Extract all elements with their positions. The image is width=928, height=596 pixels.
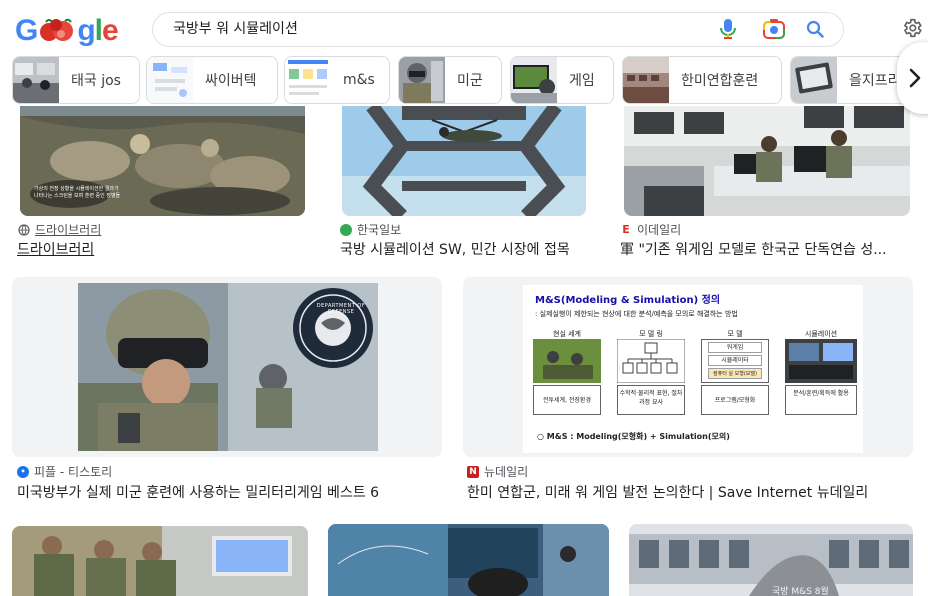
chip-thumbnail [399,57,445,103]
chip-label: 싸이버텍 [205,73,257,89]
result-card-5[interactable]: M&S(Modeling & Simulation) 정의 : 실제실행이 제한… [463,277,913,457]
globe-icon [18,223,30,236]
result-card-8[interactable] [629,524,913,596]
result-thumbnail[interactable] [624,106,910,216]
source-label: 한국일보 [357,223,402,237]
diagram-col-head: 시뮬레이션 [804,330,838,338]
chip-thumbnail [791,57,837,103]
chip-thumbnail [285,57,331,103]
chip-thumbnail [623,57,669,103]
result-thumbnail[interactable]: M&S(Modeling & Simulation) 정의 : 실제실행이 제한… [523,285,863,453]
chip-thumbnail [511,57,557,103]
diagram-subtitle: : 실제실행이 제한되는 현상에 대한 분석/예측을 모의로 해결하는 방법 [535,310,738,318]
search-input[interactable] [173,13,693,46]
source-label: 피플 - 티스토리 [34,465,113,479]
result-source-1[interactable]: 드라이브러리 [18,221,101,238]
newdaily-favicon: N [467,465,479,478]
chip-thumbnail [147,57,193,103]
diagram-model-item: 워게임 [708,342,762,353]
doodle-flower-icon [40,18,74,41]
thumbnail-caption: 가상의 전장 상황을 시뮬레이션한 결과가 나타나는 스크린을 보며 훈련 중인… [34,186,121,199]
diagram-simulation-image [785,339,857,383]
google-logo[interactable]: G gle [15,14,119,48]
result-title-1[interactable]: 드라이브러리 [17,239,307,259]
diagram-col-head: 모 델 [727,330,743,338]
chip-combined-exercise[interactable]: 한미연합훈련 [622,56,782,104]
chip-label: 을지프리 [849,73,901,89]
diagram-footer: ○ M&S : Modeling(모형화) + Simulation(모의) [537,432,730,441]
result-source-2[interactable]: 한국일보 [340,221,401,238]
result-source-5[interactable]: N 뉴데일리 [467,463,528,480]
diagram-col-foot: 분석/훈련/획득에 활용 [785,385,857,415]
chip-label: 게임 [569,73,595,89]
gear-icon[interactable] [898,14,926,42]
result-thumbnail[interactable] [342,106,586,216]
chip-thumbnail [13,57,59,103]
header-bar: G gle [0,0,928,56]
source-label: 이데일리 [637,223,682,237]
diagram-heading: M&S(Modeling & Simulation) 정의 [535,295,721,306]
tistory-favicon: • [17,465,29,478]
diagram-real-world-image [533,339,601,383]
edaily-favicon: E [620,223,632,236]
diagram-model-item: 컴퓨터 실 모형(모델) [708,368,762,379]
chip-label: m&s [343,72,375,88]
diagram-modeling-flow [617,339,685,383]
chip-us-army[interactable]: 미군 [398,56,502,104]
result-title-3[interactable]: 軍 "기존 워게임 모델로 한국군 단독연습 성... [620,239,910,259]
diagram-model-box: 워게임 시뮬레이터 컴퓨터 실 모형(모델) [701,339,769,383]
camera-lens-icon[interactable] [761,16,787,42]
related-search-chips: 태국 jos 싸이버텍 m&s 미군 게임 한미연합훈련 을지프리 [0,56,928,106]
diagram-col-foot: 수학적·물리적 표현, 절차 과정 묘사 [617,385,685,415]
result-card-7[interactable] [328,524,609,596]
result-title-2[interactable]: 국방 시뮬레이션 SW, 민간 시장에 접목 [340,239,600,259]
mic-icon[interactable] [716,17,740,41]
diagram-col-foot: 프로그램/모형화 [701,385,769,415]
chip-game[interactable]: 게임 [510,56,614,104]
chip-label: 미군 [457,73,483,89]
search-icon[interactable] [802,16,828,42]
source-label: 뉴데일리 [484,465,529,479]
diagram-col-head: 모 델 링 [639,330,663,338]
source-label: 드라이브러리 [35,223,102,237]
result-card-4[interactable]: DEPARTMENT OF DEFENSE [12,277,442,457]
chip-label: 한미연합훈련 [681,73,759,89]
dod-seal-text: DEPARTMENT OF DEFENSE [316,303,366,315]
diagram-model-item: 시뮬레이터 [708,355,762,366]
result-title-4[interactable]: 미국방부가 실제 미군 훈련에 사용하는 밀리터리게임 베스트 6 [17,482,437,502]
stone-caption: 국방 M&S 8월 [772,587,829,596]
chip-cybertech[interactable]: 싸이버텍 [146,56,278,104]
result-title-5[interactable]: 한미 연합군, 미래 워 게임 발전 논의한다 | Save Internet … [467,482,912,502]
diagram-col-head: 현실 세계 [553,330,581,338]
chevron-right-icon [909,68,921,88]
hankook-ilbo-favicon [340,223,352,236]
result-source-3[interactable]: E 이데일리 [620,221,681,238]
chip-label: 태국 jos [71,73,121,89]
search-box[interactable] [152,12,844,47]
chip-ms[interactable]: m&s [284,56,390,104]
diagram-col-foot: 전투세계, 전장환경 [533,385,601,415]
chips-next-button[interactable] [897,42,928,114]
chip-thai-jos[interactable]: 태국 jos [12,56,140,104]
result-source-4[interactable]: • 피플 - 티스토리 [17,463,112,480]
result-card-6[interactable] [12,526,308,596]
